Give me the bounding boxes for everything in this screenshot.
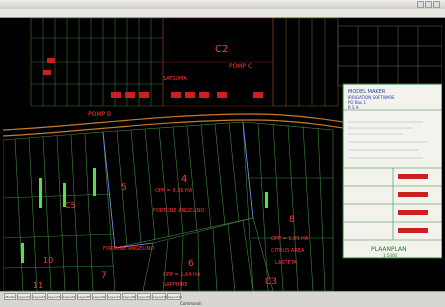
tab-layout8[interactable]: Layout8: [122, 293, 136, 300]
titleblock-scale: 1:5000: [383, 253, 398, 258]
tab-layout2[interactable]: Layout2: [32, 293, 46, 300]
orchard-block-east: [272, 17, 339, 107]
label-kavel-11: 11: [33, 281, 43, 290]
tab-layout5[interactable]: Layout5: [77, 293, 91, 300]
tab-layout9[interactable]: Layout9: [137, 293, 151, 300]
label-satsuma: SATSUMA: [163, 76, 188, 82]
label-kavel-10: 10: [43, 256, 53, 265]
label-name-8: CITRUS AREA: [271, 248, 305, 254]
minimize-icon[interactable]: [417, 1, 424, 8]
title-block: [342, 83, 443, 259]
maximize-icon[interactable]: [425, 1, 432, 8]
label-name-5: FORTUNE ANGELINO: [103, 246, 154, 252]
orchard-block-6: [142, 217, 274, 292]
command-line[interactable]: Command:: [180, 301, 202, 306]
label-name-4: FORTUNE ANGELINO: [153, 208, 204, 214]
pump-house-row: [111, 92, 263, 98]
irrigation-plan-drawing: C2 POMP C SATSUMA POMP B C3 C5 4 5 6 7 8…: [2, 17, 443, 292]
tab-layout10[interactable]: Layout10: [152, 293, 167, 300]
tab-layout3[interactable]: Layout3: [47, 293, 61, 300]
label-c2: C2: [215, 44, 228, 55]
grid-block-northeast: [337, 25, 443, 87]
label-name-8b: LASTETA: [275, 260, 297, 266]
tab-model[interactable]: Model: [4, 293, 16, 300]
tab-layout6[interactable]: Layout6: [92, 293, 106, 300]
label-pomp-b: POMP B: [88, 111, 111, 118]
tab-layout7[interactable]: Layout7: [107, 293, 121, 300]
label-opp-4: OPP = 9,36 HA: [155, 188, 193, 194]
label-kavel-4: 4: [181, 174, 187, 185]
label-opp-6: OPP = 1,64 HA: [163, 272, 201, 278]
label-kavel-6: 6: [188, 259, 194, 269]
label-kavel-7: 7: [101, 271, 107, 281]
tab-layout1[interactable]: Layout1: [17, 293, 31, 300]
tab-layout4[interactable]: Layout4: [62, 293, 76, 300]
titleblock-plan-name: PLAANPLAN: [371, 246, 407, 253]
label-c3: C3: [265, 277, 277, 287]
label-c5: C5: [65, 201, 76, 210]
label-name-6: SAPPHIRE: [163, 282, 188, 288]
menu-bar: File Edit View Insert Format Tools Draw …: [0, 9, 445, 25]
label-pomp-c: POMP C: [229, 63, 252, 70]
orchard-block-southwest: [2, 131, 116, 292]
close-icon[interactable]: [433, 1, 440, 8]
label-kavel-5: 5: [121, 183, 127, 193]
label-kavel-8: 8: [289, 215, 295, 225]
label-opp-8: OPP = 5,89 HA: [271, 236, 309, 242]
pump-house-row-north: [43, 58, 55, 75]
titleblock-line4: R S A: [348, 105, 359, 110]
drawing-canvas[interactable]: C2 POMP C SATSUMA POMP B C3 C5 4 5 6 7 8…: [2, 17, 443, 292]
cad-application-window: File Edit View Insert Format Tools Draw …: [0, 0, 445, 307]
tab-layout11[interactable]: Layout11: [167, 293, 182, 300]
